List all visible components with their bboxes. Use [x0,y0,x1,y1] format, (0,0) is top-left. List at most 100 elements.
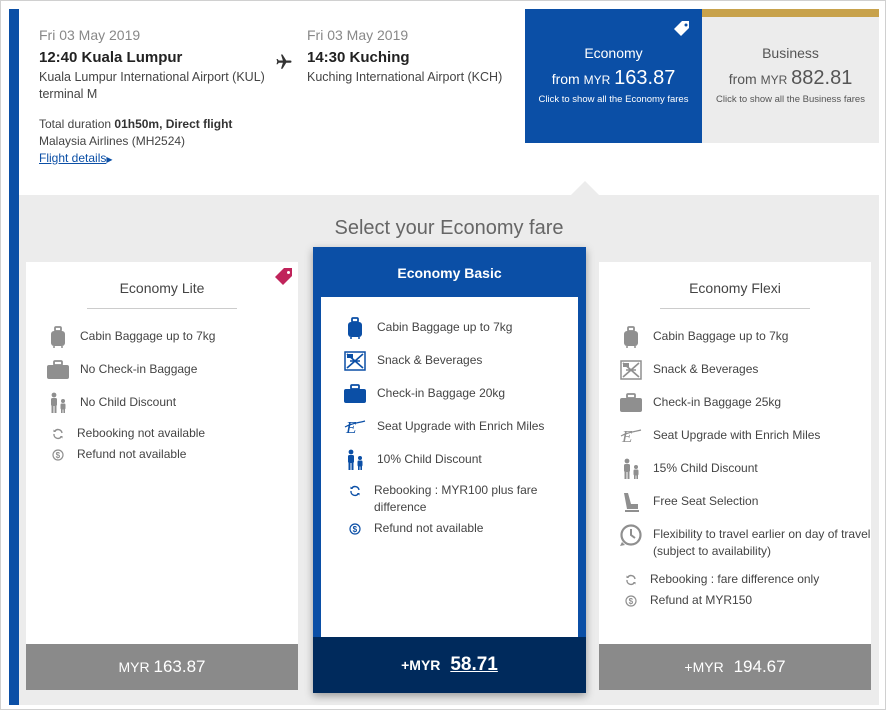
feature-item: Snack & Beverages [343,350,578,372]
feature-text: Free Seat Selection [653,494,759,508]
feature-item: Check-in Baggage 20kg [343,383,578,405]
feature-item: Free Seat Selection [619,491,871,513]
price-button-basic[interactable]: +MYR 58.71 [313,637,586,693]
feature-item: Cabin Baggage up to 7kg [343,317,578,339]
svg-text:E: E [345,418,357,437]
flight-details-link[interactable]: Flight details [39,151,106,165]
feature-item: Rebooking : MYR100 plus fare difference [343,482,578,516]
price-currency-lite: MYR [118,659,150,675]
cabin-bag-icon [46,326,70,348]
duration-line: Total duration 01h50m, Direct flight [39,116,232,133]
fare-title-basic: Economy Basic [397,265,502,281]
rebook-icon [49,425,67,442]
economy-tab-price: from MYR 163.87 [525,67,702,90]
feature-text: Cabin Baggage up to 7kg [653,329,789,343]
duration-value: 01h50m, Direct flight [114,117,233,131]
arrival-date: Fri 03 May 2019 [307,27,409,43]
flight-details-link-wrap: Flight details▶ [39,150,232,168]
feature-list-lite: Cabin Baggage up to 7kg No Check-in Bagga… [46,326,215,467]
feature-text: No Check-in Baggage [80,362,198,376]
feature-item: $ Refund not available [343,520,578,537]
checkin-bag-icon [619,392,643,414]
child-icon [46,392,70,414]
feature-item: No Check-in Baggage [46,359,215,381]
fare-title-lite: Economy Lite [119,280,205,296]
feature-item: E Seat Upgrade with Enrich Miles [619,425,871,447]
price-amount-flexi: 194.67 [733,657,786,676]
rebook-icon [346,482,364,499]
duration-prefix: Total duration [39,117,115,131]
business-tab-price: from MYR 882.81 [702,67,879,90]
feature-text: Rebooking : fare difference only [650,572,820,586]
feature-item: $ Refund not available [46,446,215,463]
left-accent-bar [9,9,19,705]
cabin-bag-icon [619,326,643,348]
feature-item: Rebooking : fare difference only [619,571,871,588]
enrich-icon: E [619,425,643,447]
feature-text: Cabin Baggage up to 7kg [377,320,513,334]
departure-airport: Kuala Lumpur International Airport (KUL) [39,70,265,84]
feature-list-basic: Cabin Baggage up to 7kg Snack & Beverages… [343,317,578,541]
economy-from: from [551,71,580,87]
arrival-airport: Kuching International Airport (KCH) [307,70,503,84]
economy-tab-note: Click to show all the Economy fares [538,94,689,105]
departure-city: Kuala Lumpur [81,49,183,66]
rebook-icon [622,571,640,588]
price-tag-icon [672,19,692,44]
fare-card-economy-basic[interactable]: Economy Basic Cabin Baggage up to 7kg Sna… [313,247,586,693]
departure-time: 12:40 [39,49,78,66]
feature-text: Refund not available [77,447,187,461]
fare-options-panel: Select your Economy fare Economy Lite Ca… [19,195,879,705]
svg-text:$: $ [629,597,634,606]
departure-time-city: 12:40 Kuala Lumpur [39,49,265,66]
airplane-icon [275,53,293,76]
economy-currency: MYR [583,73,611,87]
price-button-lite[interactable]: MYR 163.87 [26,644,298,690]
feature-item: Rebooking not available [46,425,215,442]
child-icon [343,449,367,471]
feature-item: 10% Child Discount [343,449,578,471]
feature-text: Seat Upgrade with Enrich Miles [377,419,545,433]
checkin-bag-icon [46,359,70,381]
feature-text: Snack & Beverages [377,353,483,367]
departure-date: Fri 03 May 2019 [39,27,141,43]
fare-card-economy-flexi[interactable]: Economy Flexi Cabin Baggage up to 7kg Sna… [599,262,871,690]
economy-cabin-tab[interactable]: Economy from MYR 163.87 Click to show al… [525,9,702,143]
arrival-time: 14:30 [307,49,346,66]
feature-item: $ Refund at MYR150 [619,592,871,609]
meal-icon [343,350,367,372]
refund-icon: $ [49,446,67,463]
business-from: from [728,71,757,87]
departure-block: Fri 03 May 2019 12:40 Kuala Lumpur Kuala… [39,27,265,103]
feature-text: Cabin Baggage up to 7kg [80,329,216,343]
title-divider [87,308,237,309]
svg-text:$: $ [353,525,358,534]
child-icon [619,458,643,480]
feature-text: Refund at MYR150 [650,593,753,607]
feature-list-flexi: Cabin Baggage up to 7kg Snack & Beverages… [619,326,871,613]
feature-text: No Child Discount [80,395,177,409]
svg-text:$: $ [56,451,61,460]
fare-heading: Select your Economy fare [334,217,564,239]
business-tab-title: Business [762,45,819,61]
carrier: Malaysia Airlines (MH2524) [39,134,186,148]
price-amount-lite: 163.87 [153,657,206,676]
feature-item: Flexibility to travel earlier on day of … [619,524,871,560]
feature-text: Refund not available [374,521,484,535]
meal-icon [619,359,643,381]
checkin-bag-icon [343,383,367,405]
business-cabin-tab[interactable]: Business from MYR 882.81 Click to show a… [702,9,879,143]
cabin-bag-icon [343,317,367,339]
feature-text: Snack & Beverages [653,362,759,376]
flight-summary-panel: Fri 03 May 2019 12:40 Kuala Lumpur Kuala… [19,9,879,195]
price-amount-basic[interactable]: 58.71 [450,654,498,675]
fare-card-economy-lite[interactable]: Economy Lite Cabin Baggage up to 7kg No C… [26,262,298,690]
feature-text: Rebooking : MYR100 plus fare difference [374,483,538,514]
price-button-flexi[interactable]: +MYR 194.67 [599,644,871,690]
feature-item: No Child Discount [46,392,215,414]
tab-pointer-caret [571,181,599,195]
feature-item: E Seat Upgrade with Enrich Miles [343,416,578,438]
enrich-icon: E [343,416,367,438]
feature-item: Cabin Baggage up to 7kg [46,326,215,348]
promo-tag-icon [274,267,294,292]
